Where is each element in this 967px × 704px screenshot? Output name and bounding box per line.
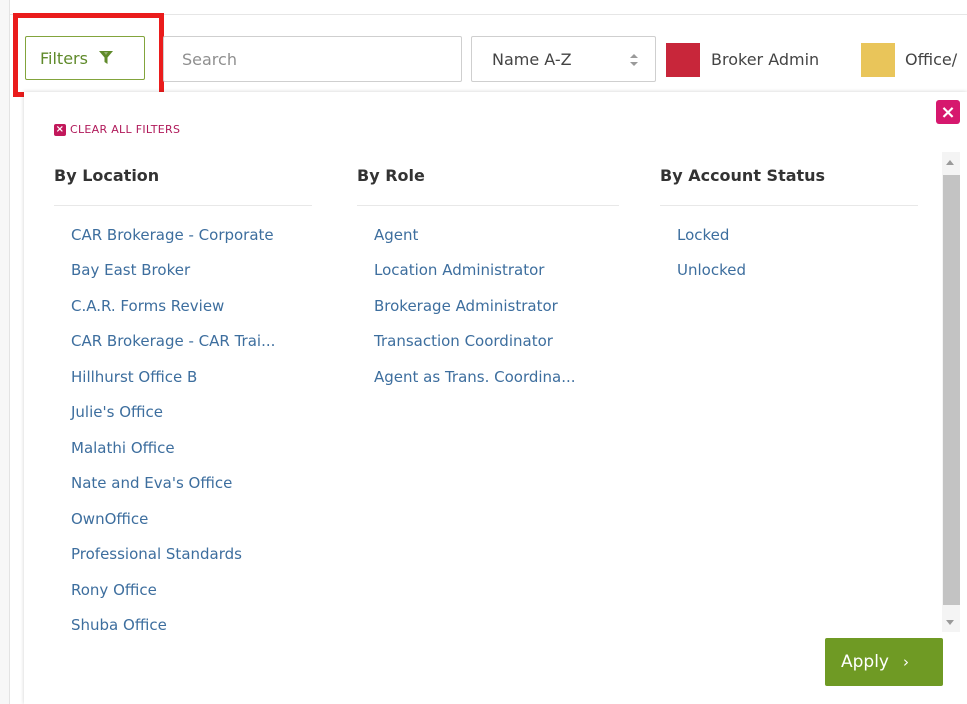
- scroll-down-icon[interactable]: [946, 620, 954, 625]
- filter-panel: [24, 92, 967, 704]
- close-panel-icon[interactable]: ×: [936, 100, 960, 124]
- role-item[interactable]: Brokerage Administrator: [374, 297, 558, 315]
- location-item[interactable]: Julie's Office: [71, 403, 163, 421]
- clear-all-filters-label: CLEAR ALL FILTERS: [70, 123, 181, 136]
- location-item[interactable]: C.A.R. Forms Review: [71, 297, 224, 315]
- location-item[interactable]: Bay East Broker: [71, 261, 190, 279]
- location-item[interactable]: Malathi Office: [71, 439, 175, 457]
- role-divider: [357, 205, 619, 206]
- status-divider: [660, 205, 918, 206]
- legend-swatch-office: [861, 43, 895, 77]
- location-divider: [54, 205, 312, 206]
- apply-button-label: Apply: [841, 652, 889, 672]
- clear-x-icon: ×: [54, 123, 66, 136]
- legend-swatch-broker-admin: [666, 43, 700, 77]
- role-heading: By Role: [357, 166, 425, 185]
- legend-label-office: Office/: [905, 50, 958, 69]
- sort-select-value: Name A-Z: [492, 49, 572, 69]
- apply-button[interactable]: Apply ›: [825, 638, 943, 686]
- role-item[interactable]: Location Administrator: [374, 261, 544, 279]
- funnel-icon: [98, 50, 114, 66]
- status-heading: By Account Status: [660, 166, 826, 185]
- location-item[interactable]: Nate and Eva's Office: [71, 474, 232, 492]
- filters-button-label: Filters: [40, 48, 88, 68]
- location-heading: By Location: [54, 166, 160, 185]
- location-item[interactable]: Shuba Office: [71, 616, 167, 634]
- left-border: [0, 0, 10, 704]
- location-item[interactable]: Hillhurst Office B: [71, 368, 197, 386]
- top-divider: [10, 14, 967, 15]
- sort-updown-icon: [630, 54, 638, 66]
- panel-scrollbar-thumb[interactable]: [943, 175, 960, 605]
- clear-all-filters-button[interactable]: × CLEAR ALL FILTERS: [54, 123, 180, 136]
- scroll-up-icon[interactable]: [946, 160, 954, 165]
- legend-label-broker-admin: Broker Admin: [711, 50, 820, 69]
- status-item[interactable]: Unlocked: [677, 261, 746, 279]
- role-item[interactable]: Transaction Coordinator: [374, 332, 553, 350]
- location-item[interactable]: Rony Office: [71, 581, 157, 599]
- role-item[interactable]: Agent: [374, 226, 418, 244]
- sort-select[interactable]: Name A-Z: [471, 36, 656, 82]
- chevron-right-icon: ›: [903, 653, 909, 671]
- status-item[interactable]: Locked: [677, 226, 729, 244]
- search-input[interactable]: [163, 36, 462, 82]
- location-item[interactable]: OwnOffice: [71, 510, 148, 528]
- location-item[interactable]: Professional Standards: [71, 545, 242, 563]
- location-item[interactable]: CAR Brokerage - Corporate: [71, 226, 274, 244]
- page: Filters Name A-Z Broker Admin Office/ × …: [0, 0, 967, 704]
- filters-button[interactable]: Filters: [25, 36, 145, 80]
- location-item[interactable]: CAR Brokerage - CAR Trai...: [71, 332, 275, 350]
- role-item[interactable]: Agent as Trans. Coordina...: [374, 368, 576, 386]
